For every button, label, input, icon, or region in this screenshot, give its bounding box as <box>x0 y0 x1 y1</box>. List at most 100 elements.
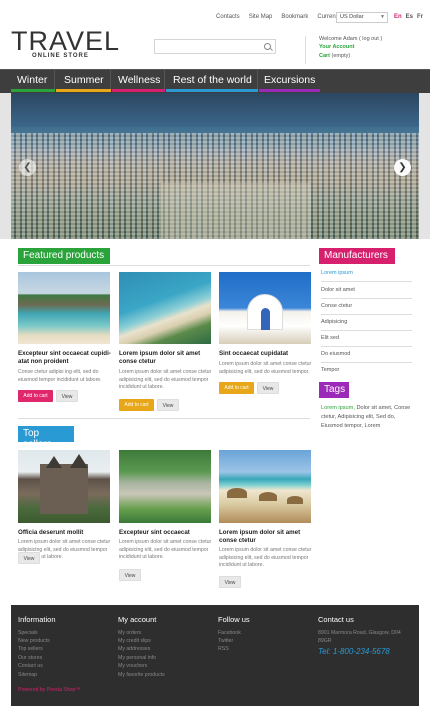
search-input[interactable] <box>154 39 276 54</box>
manufacturer-item[interactable]: Adipisicing <box>321 315 412 331</box>
view-button[interactable]: View <box>119 569 141 581</box>
contact-address: 8901 Marmora Road, Glasgow, D04 89GR <box>318 630 401 644</box>
nav-item-rest-of-world[interactable]: Rest of the world <box>166 70 258 92</box>
lang-fr[interactable]: Fr <box>417 14 423 20</box>
view-button[interactable]: View <box>257 382 279 394</box>
footer-link[interactable]: Our stores <box>18 655 42 661</box>
product-image[interactable] <box>18 272 110 344</box>
cart-block[interactable]: Cart (empty) <box>319 53 350 59</box>
footer-link[interactable]: Sitemap <box>18 672 37 678</box>
account-divider <box>305 36 306 64</box>
slider-side-right <box>419 93 430 239</box>
lang-es[interactable]: Es <box>406 14 413 20</box>
sitemap-link[interactable]: Site Map <box>249 14 273 20</box>
product-description: Lorem ipsum dolor sit amet conse ctetur … <box>119 539 212 560</box>
nav-item-winter[interactable]: Winter <box>11 70 55 92</box>
product-name[interactable]: Sint occaecat cupidatat <box>219 350 315 358</box>
nav-accent-bar <box>112 89 165 92</box>
nav-item-wellness[interactable]: Wellness <box>112 70 165 92</box>
tag-link[interactable]: Lorem ipsum, <box>321 405 355 411</box>
nav-accent-bar <box>56 89 111 92</box>
product-name[interactable]: Officia deserunt mollit <box>18 529 114 537</box>
nav-accent-bar <box>11 89 55 92</box>
product-description: Lorem ipsum dolor sit amet conse ctetur … <box>119 369 212 390</box>
product-image[interactable] <box>219 450 311 523</box>
contact-phone[interactable]: Tel: 1-800-234-5678 <box>318 647 390 656</box>
product-name[interactable]: Lorem ipsum dolor sit amet conse ctetur <box>219 529 315 545</box>
view-button[interactable]: View <box>157 399 179 411</box>
footer-link[interactable]: My favorite products <box>118 672 165 678</box>
view-button[interactable]: View <box>219 576 241 588</box>
welcome-text: Welcome Adam ( log out ) <box>319 36 383 42</box>
product-image[interactable] <box>119 450 211 523</box>
nav-item-summer[interactable]: Summer <box>56 70 111 92</box>
product-name[interactable]: Excepteur sint occaecat cupidi-atat non … <box>18 350 114 366</box>
add-to-cart-button[interactable]: Add to cart <box>219 382 254 394</box>
footer-information-title: Information <box>18 615 56 624</box>
slider-prev-arrow-icon[interactable]: ❮ <box>19 159 36 176</box>
view-button[interactable]: View <box>56 390 78 402</box>
footer-link[interactable]: RSS <box>218 646 229 652</box>
nav-item-excursions[interactable]: Excursions <box>259 70 320 92</box>
section-divider <box>18 265 310 266</box>
bookmark-link[interactable]: Bookmark <box>281 14 308 20</box>
section-divider <box>18 418 310 419</box>
footer-link[interactable]: Contact us <box>18 663 43 669</box>
view-button[interactable]: View <box>18 552 40 564</box>
nav-accent-bar <box>166 89 258 92</box>
chevron-down-icon: ▼ <box>380 14 385 20</box>
cart-label: Cart <box>319 53 331 59</box>
product-image[interactable] <box>219 272 311 344</box>
umbrella-shape <box>259 492 277 501</box>
manufacturer-item[interactable]: Conse ctetur <box>321 299 412 315</box>
slider-next-arrow-icon[interactable]: ❯ <box>394 159 411 176</box>
footer-link[interactable]: My orders <box>118 630 141 636</box>
product-description: Lorem ipsum dolor sit amet conse ctetur … <box>219 547 312 568</box>
footer: Information Specials New products Top se… <box>11 605 419 706</box>
top-links: Contacts Site Map Bookmark Currencies: <box>216 14 348 20</box>
slider-side-left <box>0 93 11 239</box>
castle-roof <box>46 456 62 468</box>
manufacturer-item[interactable]: Dolor sit amet <box>321 283 412 299</box>
footer-link[interactable]: My vouchers <box>118 663 147 669</box>
currency-select[interactable]: US Dollar ▼ <box>336 12 388 23</box>
your-account-link[interactable]: Your Account <box>319 44 354 50</box>
tags-title: Tags <box>319 382 349 398</box>
featured-products-title: Featured products <box>18 248 110 264</box>
product-image[interactable] <box>18 450 110 523</box>
search-icon[interactable] <box>264 43 271 50</box>
contacts-link[interactable]: Contacts <box>216 14 240 20</box>
product-description: Conse ctetur adipisi ing elit, sed do ei… <box>18 369 102 383</box>
manufacturer-item[interactable]: Lorem ipsum <box>321 266 412 282</box>
product-image[interactable] <box>119 272 211 344</box>
footer-link[interactable]: Specials <box>18 630 38 636</box>
manufacturer-item[interactable]: Do eiusmod <box>321 347 412 363</box>
product-name[interactable]: Excepteur sint occaecat <box>119 529 215 537</box>
nav-item-label: Winter <box>17 74 48 86</box>
add-to-cart-button[interactable]: Add to cart <box>18 390 53 402</box>
tag-cloud: Lorem ipsum, Dolor sit amet, Conse ctetu… <box>321 404 411 431</box>
footer-link[interactable]: Facebook <box>218 630 241 636</box>
cart-status: (empty) <box>331 53 351 59</box>
footer-link[interactable]: Top sellers <box>18 646 43 652</box>
footer-link[interactable]: My personal info <box>118 655 156 661</box>
footer-link[interactable]: Twitter <box>218 638 233 644</box>
hero-slider[interactable]: ❮ ❯ <box>11 93 419 239</box>
product-name[interactable]: Lorem ipsum dolor sit amet conse ctetur <box>119 350 215 366</box>
add-to-cart-button[interactable]: Add to cart <box>119 399 154 411</box>
footer-link[interactable]: My addresses <box>118 646 150 652</box>
footer-follow-us-title: Follow us <box>218 615 250 624</box>
nav-accent-bar <box>259 89 320 92</box>
manufacturer-item[interactable]: Tempor <box>321 363 412 379</box>
main-nav: Winter Summer Wellness Rest of the world… <box>0 69 430 93</box>
footer-link[interactable]: My credit slips <box>118 638 151 644</box>
castle-roof <box>70 454 88 468</box>
nav-item-label: Excursions <box>264 74 316 86</box>
top-sellers-title: Top sellers <box>18 426 74 450</box>
logo-subtitle: ONLINE STORE <box>32 53 89 59</box>
manufacturer-item[interactable]: Elit sed <box>321 331 412 347</box>
footer-link[interactable]: New products <box>18 638 50 644</box>
lang-en[interactable]: En <box>394 14 402 20</box>
product-description: Lorem ipsum dolor sit amet conse ctetur … <box>219 361 312 375</box>
powered-by-text[interactable]: Powered by Presta Shop™ <box>18 687 81 693</box>
